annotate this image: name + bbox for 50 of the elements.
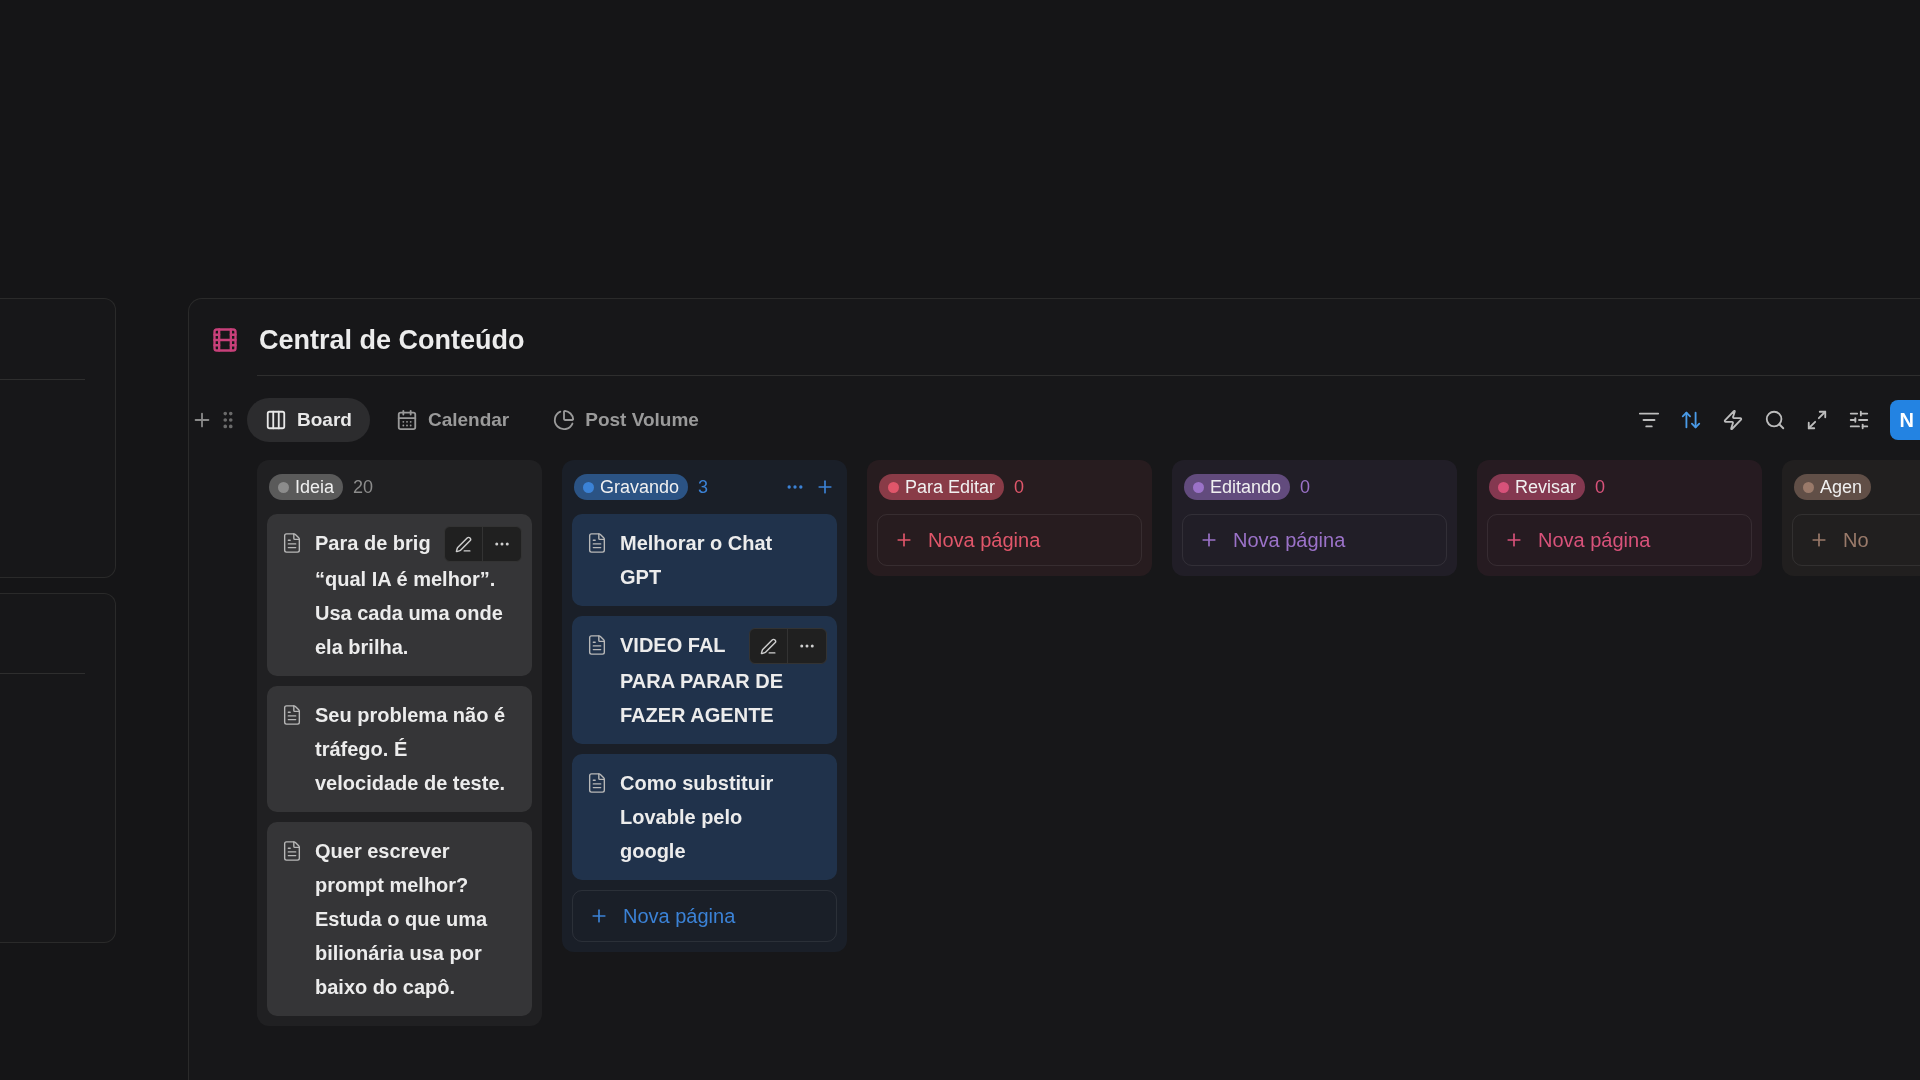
document-icon (281, 840, 303, 862)
card-count: 0 (1595, 475, 1606, 499)
pie-chart-icon (553, 409, 576, 431)
new-page-button[interactable]: Nova página (1182, 514, 1447, 566)
new-button[interactable]: N (1889, 400, 1920, 440)
card[interactable]: Melhorar o Chat GPT (572, 514, 837, 606)
document-icon (586, 772, 608, 794)
card-title: Melhorar o Chat GPT (620, 531, 774, 590)
status-tag: Editando (1184, 474, 1291, 500)
settings-icon[interactable] (1847, 409, 1870, 431)
card[interactable]: VIDEO FAL PARA PARAR DE FAZER AGENTE (572, 616, 837, 744)
search-icon[interactable] (1763, 409, 1786, 431)
card[interactable]: Como substituir Lovable pelo google (572, 754, 837, 880)
document-icon (281, 704, 303, 726)
card-count: 3 (698, 475, 709, 499)
new-page-button[interactable]: Nova página (1487, 514, 1752, 566)
card-count: 0 (1014, 475, 1025, 499)
document-icon (281, 532, 303, 554)
view-tab[interactable]: Post Volume (535, 398, 717, 442)
new-page-button[interactable]: Nova página (572, 890, 837, 942)
card-title: Quer escrever prompt melhor? Estuda o que uma bilionária usa por baixo do capô. (315, 839, 489, 1000)
status-tag: Gravando (574, 474, 689, 500)
calendar-icon (395, 409, 418, 431)
card-title: Para de brig (315, 531, 432, 556)
status-tag: Ideia (269, 474, 344, 500)
card-count: 0 (1300, 475, 1311, 499)
card-title: Seu problema não é tráfego. É velocidade de teste. (315, 703, 507, 796)
new-page-button[interactable]: No (1792, 514, 1920, 566)
status-tag: Revisar (1489, 474, 1585, 500)
card-title: VIDEO FAL (620, 633, 727, 658)
columns-icon (265, 409, 287, 431)
new-page-button[interactable]: Nova página (877, 514, 1142, 566)
document-icon (586, 634, 608, 656)
card[interactable]: Quer escrever prompt melhor? Estuda o que uma bilionária usa por baixo do capô. (267, 822, 532, 1016)
sort-icon[interactable] (1679, 409, 1702, 431)
card[interactable]: Para de brig “qual IA é melhor”. Usa cada uma onde ela brilha. (267, 514, 532, 676)
card-title: Como substituir Lovable pelo google (620, 771, 775, 864)
card-title: “qual IA é melhor”. Usa cada uma onde ela brilha. (315, 567, 504, 660)
document-icon (586, 532, 608, 554)
card[interactable]: Seu problema não é tráfego. É velocidade de teste. (267, 686, 532, 812)
database-title: Central de Conteúdo (259, 323, 525, 357)
card-title: PARA PARAR DE FAZER AGENTE (620, 669, 784, 728)
film-icon (211, 326, 239, 354)
status-tag: Para Editar (879, 474, 1005, 500)
expand-icon[interactable] (1805, 409, 1828, 431)
card-count: 20 (353, 475, 374, 499)
status-tag: Agen (1794, 474, 1872, 500)
lightning-icon[interactable] (1721, 409, 1744, 431)
view-tab[interactable]: Board (247, 398, 370, 442)
view-tab[interactable]: Calendar (377, 398, 528, 442)
